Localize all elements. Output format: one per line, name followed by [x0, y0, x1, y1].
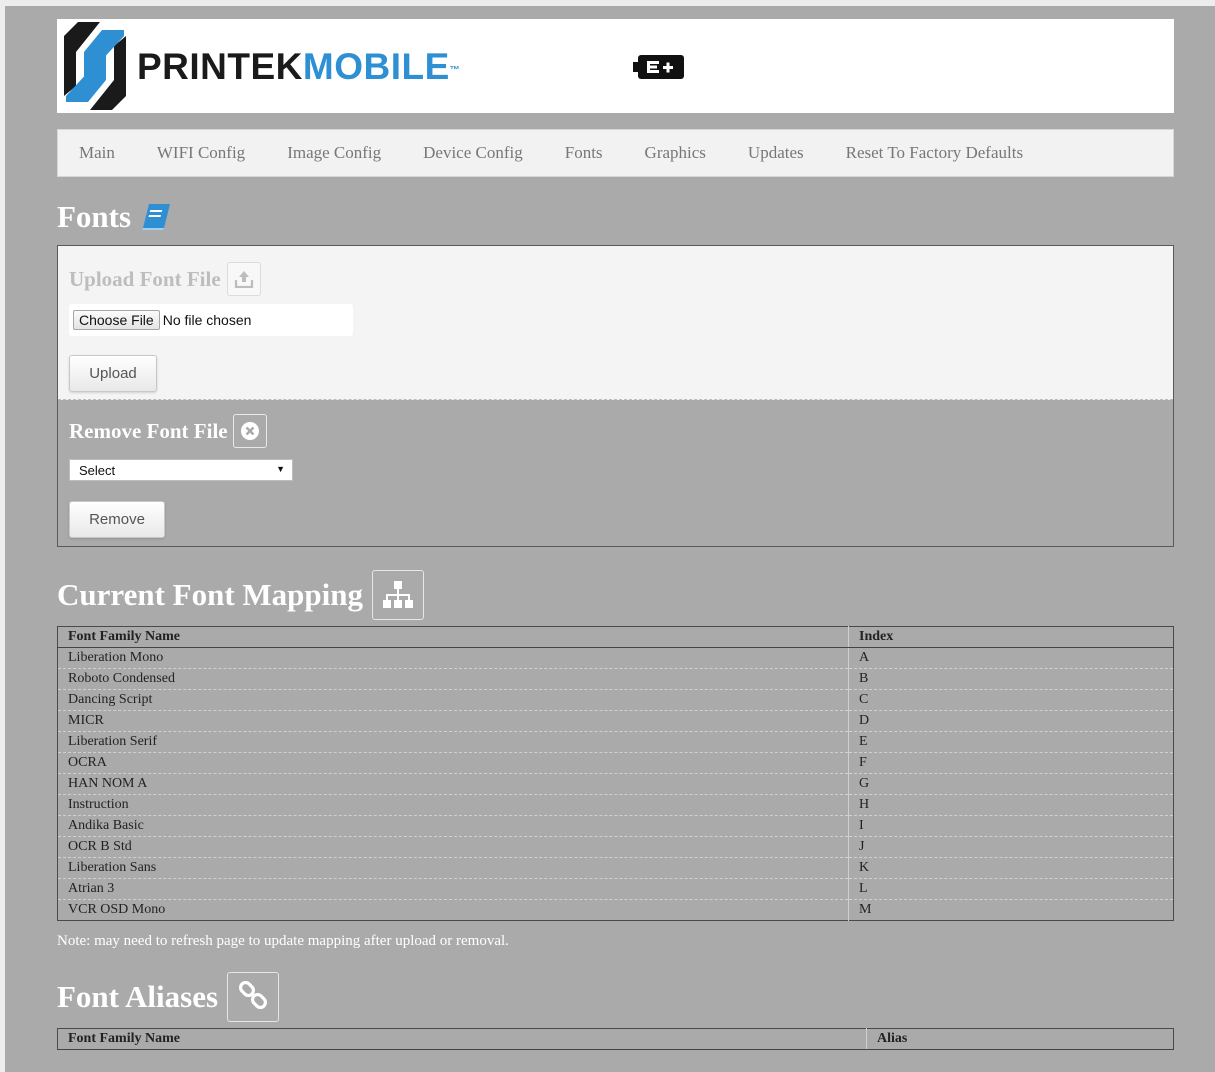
table-row: Liberation Mono A [57, 647, 1174, 669]
font-index-cell: G [848, 773, 1174, 795]
font-aliases-title: Font Aliases [57, 972, 1174, 1022]
remove-title: Remove Font File [69, 414, 267, 448]
table-row: VCR OSD Mono M [58, 899, 1174, 921]
font-index-cell: D [848, 710, 1174, 732]
mapping-note: Note: may need to refresh page to update… [57, 933, 509, 949]
table-header-row: Font Family Name Alias [57, 1028, 1174, 1050]
brand-part-printek: PRINTEK [137, 46, 303, 87]
page-left-edge [0, 0, 5, 1072]
font-mapping-title: Current Font Mapping [57, 570, 1174, 620]
font-name-cell: OCRA [57, 752, 849, 774]
upload-icon [226, 262, 261, 296]
brand-name: PRINTEKMOBILE™ [137, 47, 460, 87]
font-index-cell: M [848, 899, 1174, 921]
remove-button[interactable]: Remove [69, 501, 165, 538]
font-index-cell: K [848, 857, 1174, 879]
font-name-cell: Roboto Condensed [57, 668, 849, 690]
font-index-cell: C [848, 689, 1174, 711]
font-name-cell: Instruction [57, 794, 849, 816]
font-index-cell: H [848, 794, 1174, 816]
font-name-cell: OCR B Std [57, 836, 849, 858]
upload-title-text: Upload Font File [69, 266, 221, 291]
nav-item-reset-factory-defaults[interactable]: Reset To Factory Defaults [846, 143, 1023, 163]
font-index-cell: B [848, 668, 1174, 690]
font-name-cell: Liberation Mono [57, 647, 849, 669]
font-name-cell: VCR OSD Mono [68, 902, 166, 917]
nav-item-device-config[interactable]: Device Config [423, 143, 523, 163]
page-title: Fonts [57, 199, 1174, 235]
printek-logo-icon [64, 22, 126, 110]
choose-file-button[interactable]: Choose File [73, 310, 160, 330]
font-index-cell: E [848, 731, 1174, 753]
table-row: OCRA F [57, 752, 1174, 774]
nav-item-fonts[interactable]: Fonts [565, 143, 603, 163]
font-name-cell: Liberation Serif [57, 731, 849, 753]
font-index-cell: F [848, 752, 1174, 774]
table-row: Atrian 3L [57, 878, 1174, 900]
table-row: Dancing Script C [57, 689, 1174, 711]
font-mapping-title-text: Current Font Mapping [57, 577, 364, 612]
file-status-text: No file chosen [162, 312, 252, 328]
font-name-cell: Atrian 3 [57, 878, 849, 900]
table-header-row: Font Family Name Index [57, 626, 1174, 648]
nav-item-main[interactable]: Main [79, 143, 115, 163]
table-row: Liberation Serif E [57, 731, 1174, 753]
book-icon [142, 204, 171, 230]
remove-circle-icon [232, 414, 267, 448]
link-icon [227, 972, 280, 1022]
font-name-cell: MICR [57, 710, 849, 732]
table-row: MICR D [57, 710, 1174, 732]
trademark-mark: ™ [449, 65, 461, 76]
main-nav: Main WIFI Config Image Config Device Con… [57, 129, 1174, 177]
table-row: Roboto Condensed B [57, 668, 1174, 690]
page-title-text: Fonts [57, 199, 132, 234]
page-top-edge [0, 0, 1215, 6]
table-row: Liberation Sans K [57, 857, 1174, 879]
font-mapping-table: Font Family Name Index Liberation Mono A … [57, 626, 1174, 921]
sitemap-icon [372, 570, 425, 620]
font-file-panel: Upload Font File Choose File No file cho… [57, 245, 1174, 547]
header: PRINTEKMOBILE™ [57, 19, 1174, 113]
column-header-font-family: Font Family Name [57, 626, 849, 648]
font-name-cell: Liberation Sans [57, 857, 849, 879]
nav-item-image-config[interactable]: Image Config [287, 143, 381, 163]
font-name-cell: HAN NOM A [57, 773, 849, 795]
column-header-alias: Alias [866, 1028, 1174, 1050]
font-select-value: Select [79, 462, 116, 478]
page-wrapper: PRINTEKMOBILE™ Main WIFI Config Image Co… [57, 19, 1174, 1050]
file-input[interactable]: Choose File No file chosen [69, 304, 353, 336]
font-name-cell: Dancing Script [57, 689, 849, 711]
remove-section: Remove Font File Select ▼ Remove [58, 400, 1173, 546]
column-header-font-family: Font Family Name [57, 1028, 867, 1050]
font-aliases-table: Font Family Name Alias [57, 1028, 1174, 1050]
table-row: OCR B Std J [57, 836, 1174, 858]
remove-title-text: Remove Font File [69, 418, 228, 443]
upload-section: Upload Font File Choose File No file cho… [58, 246, 1173, 400]
font-name-cell: Andika Basic [57, 815, 849, 837]
font-select-dropdown[interactable]: Select ▼ [69, 459, 293, 481]
table-row: Andika Basic I [57, 815, 1174, 837]
font-index-cell: I [848, 815, 1174, 837]
table-row: HAN NOM AG [57, 773, 1174, 795]
font-index-cell: A [848, 647, 1174, 669]
font-index-cell: L [848, 878, 1174, 900]
nav-item-wifi-config[interactable]: WIFI Config [157, 143, 245, 163]
battery-icon [633, 55, 684, 79]
font-aliases-title-text: Font Aliases [57, 979, 219, 1014]
column-header-index: Index [848, 626, 1174, 648]
table-row: Instruction H [57, 794, 1174, 816]
upload-button[interactable]: Upload [69, 355, 157, 392]
upload-title: Upload Font File [69, 262, 261, 296]
nav-item-graphics[interactable]: Graphics [645, 143, 706, 163]
dropdown-arrow-icon: ▼ [276, 464, 285, 474]
nav-item-updates[interactable]: Updates [748, 143, 804, 163]
font-index-cell: J [848, 836, 1174, 858]
brand-part-mobile: MOBILE [302, 46, 450, 87]
